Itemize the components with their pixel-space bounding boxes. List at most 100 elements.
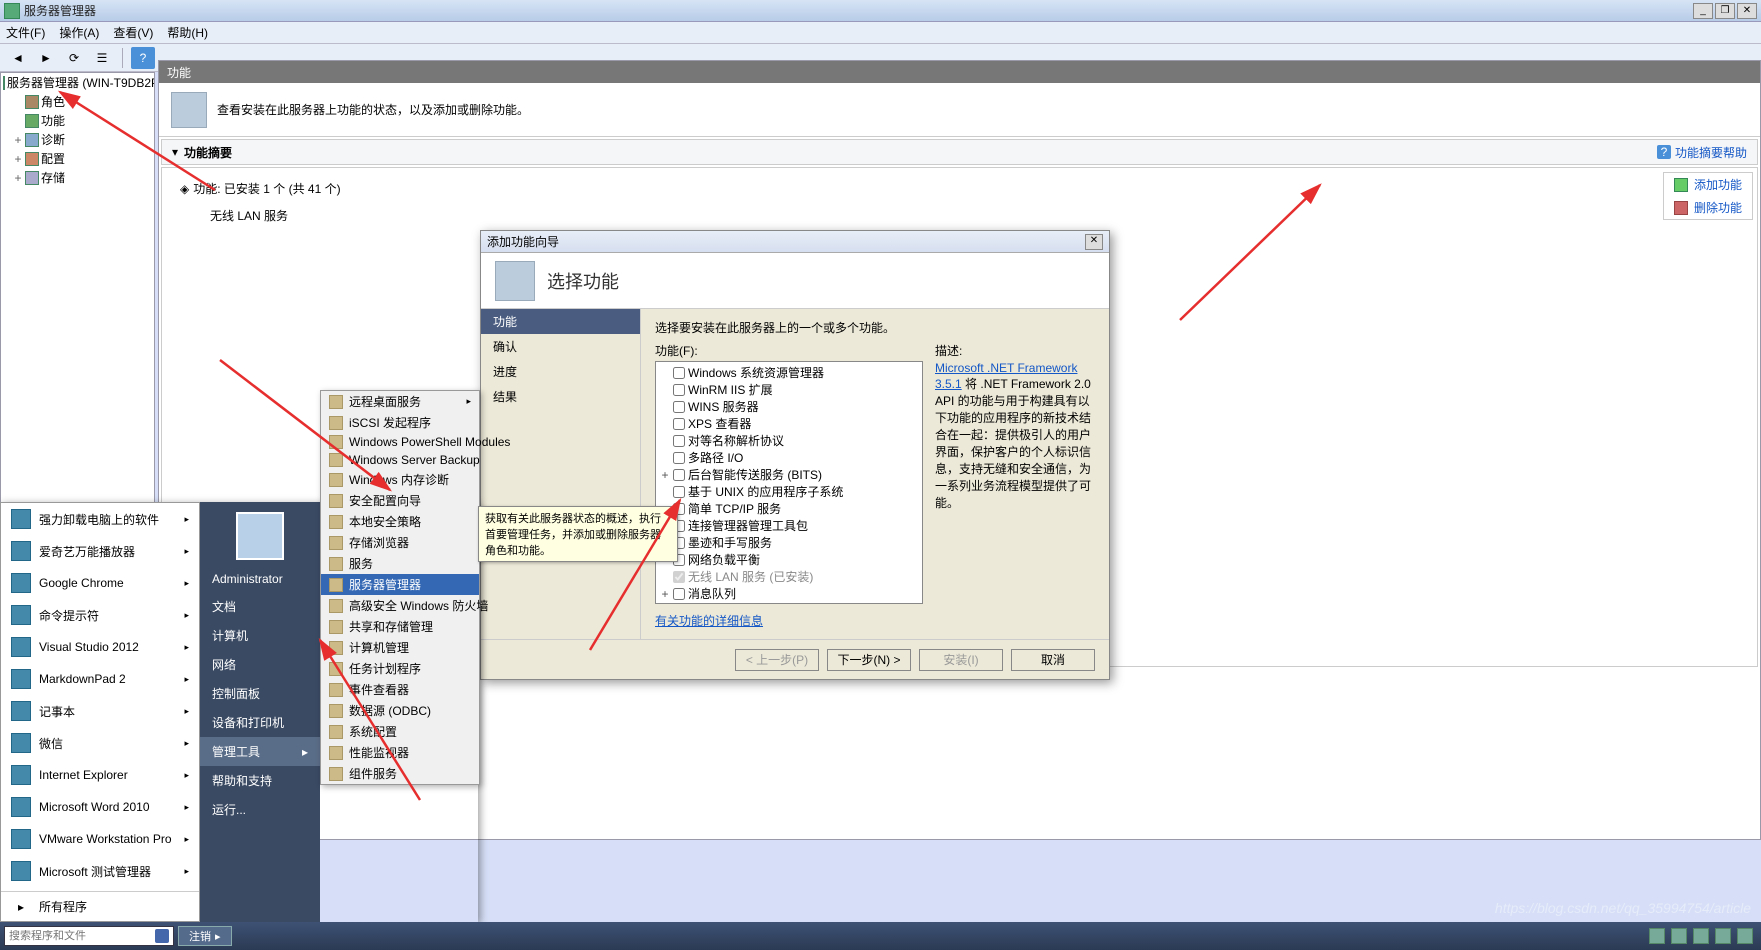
- start-devices[interactable]: 设备和打印机: [200, 708, 320, 737]
- start-pinned-item[interactable]: 命令提示符▸: [1, 599, 199, 631]
- feature-item[interactable]: 连接管理器管理工具包: [658, 517, 920, 534]
- start-run[interactable]: 运行...: [200, 795, 320, 824]
- feature-item[interactable]: 基于 UNIX 的应用程序子系统: [658, 483, 920, 500]
- tree-item-features[interactable]: 功能: [1, 111, 154, 130]
- feature-checkbox[interactable]: [673, 418, 685, 430]
- logoff-button[interactable]: 注销▸: [178, 926, 232, 946]
- next-button[interactable]: 下一步(N) >: [827, 649, 911, 671]
- feature-item[interactable]: 对等名称解析协议: [658, 432, 920, 449]
- admin-tool-item[interactable]: iSCSI 发起程序: [321, 412, 479, 433]
- admin-tool-item[interactable]: 组件服务: [321, 763, 479, 784]
- step-confirm[interactable]: 确认: [481, 334, 640, 359]
- feature-item[interactable]: +墨迹和手写服务: [658, 534, 920, 551]
- start-pinned-item[interactable]: Microsoft 测试管理器▸: [1, 855, 199, 887]
- admin-tool-item[interactable]: 服务: [321, 553, 479, 574]
- tray-icon[interactable]: [1737, 928, 1753, 944]
- feature-item[interactable]: +消息队列: [658, 585, 920, 602]
- start-help[interactable]: 帮助和支持: [200, 766, 320, 795]
- start-network[interactable]: 网络: [200, 650, 320, 679]
- tray-icon[interactable]: [1715, 928, 1731, 944]
- start-pinned-item[interactable]: MarkdownPad 2▸: [1, 663, 199, 695]
- admin-tool-item[interactable]: Windows Server Backup: [321, 451, 479, 469]
- feature-checkbox[interactable]: [673, 452, 685, 464]
- menu-action[interactable]: 操作(A): [59, 24, 99, 41]
- menu-file[interactable]: 文件(F): [6, 24, 45, 41]
- admin-tool-item[interactable]: 本地安全策略: [321, 511, 479, 532]
- summary-header[interactable]: ▾ 功能摘要 ? 功能摘要帮助: [161, 139, 1758, 165]
- maximize-button[interactable]: ❐: [1715, 3, 1735, 19]
- start-computer[interactable]: 计算机: [200, 621, 320, 650]
- admin-tool-item[interactable]: 存储浏览器: [321, 532, 479, 553]
- summary-help-link[interactable]: ? 功能摘要帮助: [1657, 144, 1747, 161]
- features-listbox[interactable]: Windows 系统资源管理器WinRM IIS 扩展WINS 服务器XPS 查…: [655, 361, 923, 604]
- admin-tool-item[interactable]: 安全配置向导: [321, 490, 479, 511]
- admin-tool-item[interactable]: 远程桌面服务▸: [321, 391, 479, 412]
- start-pinned-item[interactable]: 记事本▸: [1, 695, 199, 727]
- more-info-link[interactable]: 有关功能的详细信息: [655, 612, 923, 629]
- tree-item-storage[interactable]: +存储: [1, 168, 154, 187]
- minimize-button[interactable]: _: [1693, 3, 1713, 19]
- start-pinned-item[interactable]: 强力卸载电脑上的软件▸: [1, 503, 199, 535]
- feature-item[interactable]: 无线 LAN 服务 (已安装): [658, 568, 920, 585]
- admin-tool-item[interactable]: 计算机管理: [321, 637, 479, 658]
- install-button[interactable]: 安装(I): [919, 649, 1003, 671]
- refresh-button[interactable]: ⟳: [62, 47, 86, 69]
- prev-button[interactable]: < 上一步(P): [735, 649, 819, 671]
- feature-item[interactable]: 网络负载平衡: [658, 551, 920, 568]
- feature-checkbox[interactable]: [673, 367, 685, 379]
- start-pinned-item[interactable]: 微信▸: [1, 727, 199, 759]
- properties-button[interactable]: ☰: [90, 47, 114, 69]
- admin-tool-item[interactable]: 高级安全 Windows 防火墙: [321, 595, 479, 616]
- start-documents[interactable]: 文档: [200, 592, 320, 621]
- start-pinned-item[interactable]: 爱奇艺万能播放器▸: [1, 535, 199, 567]
- tray-icon[interactable]: [1693, 928, 1709, 944]
- start-admintools[interactable]: 管理工具▸: [200, 737, 320, 766]
- tray-icon[interactable]: [1649, 928, 1665, 944]
- feature-checkbox[interactable]: [673, 384, 685, 396]
- feature-item[interactable]: WinRM IIS 扩展: [658, 381, 920, 398]
- nav-forward-button[interactable]: ►: [34, 47, 58, 69]
- feature-item[interactable]: 简单 TCP/IP 服务: [658, 500, 920, 517]
- step-results[interactable]: 结果: [481, 384, 640, 409]
- start-pinned-item[interactable]: VMware Workstation Pro▸: [1, 823, 199, 855]
- start-pinned-item[interactable]: Microsoft Word 2010▸: [1, 791, 199, 823]
- start-pinned-item[interactable]: Visual Studio 2012▸: [1, 631, 199, 663]
- menu-view[interactable]: 查看(V): [113, 24, 153, 41]
- close-button[interactable]: ✕: [1737, 3, 1757, 19]
- start-controlpanel[interactable]: 控制面板: [200, 679, 320, 708]
- search-input[interactable]: [9, 930, 155, 942]
- admin-tool-item[interactable]: 服务器管理器: [321, 574, 479, 595]
- start-search[interactable]: [4, 926, 174, 946]
- tree-item-diagnostics[interactable]: +诊断: [1, 130, 154, 149]
- feature-checkbox[interactable]: [673, 588, 685, 600]
- start-pinned-item[interactable]: Google Chrome▸: [1, 567, 199, 599]
- feature-item[interactable]: +后台智能传送服务 (BITS): [658, 466, 920, 483]
- feature-checkbox[interactable]: [673, 435, 685, 447]
- tray-icon[interactable]: [1671, 928, 1687, 944]
- admin-tool-item[interactable]: 数据源 (ODBC): [321, 700, 479, 721]
- nav-back-button[interactable]: ◄: [6, 47, 30, 69]
- admin-tool-item[interactable]: 系统配置: [321, 721, 479, 742]
- admin-tool-item[interactable]: Windows PowerShell Modules: [321, 433, 479, 451]
- step-progress[interactable]: 进度: [481, 359, 640, 384]
- feature-checkbox[interactable]: [673, 571, 685, 583]
- feature-item[interactable]: 多路径 I/O: [658, 449, 920, 466]
- feature-item[interactable]: WINS 服务器: [658, 398, 920, 415]
- wizard-close-button[interactable]: ✕: [1085, 234, 1103, 250]
- feature-checkbox[interactable]: [673, 401, 685, 413]
- search-icon[interactable]: [155, 929, 169, 943]
- step-features[interactable]: 功能: [481, 309, 640, 334]
- feature-item[interactable]: Windows 系统资源管理器: [658, 364, 920, 381]
- admin-tool-item[interactable]: 性能监视器: [321, 742, 479, 763]
- remove-feature-link[interactable]: 删除功能: [1664, 196, 1752, 219]
- help-button[interactable]: ?: [131, 47, 155, 69]
- start-pinned-item[interactable]: Internet Explorer▸: [1, 759, 199, 791]
- feature-item[interactable]: XPS 查看器: [658, 415, 920, 432]
- admin-tool-item[interactable]: 事件查看器: [321, 679, 479, 700]
- feature-checkbox[interactable]: [673, 469, 685, 481]
- add-feature-link[interactable]: 添加功能: [1664, 173, 1752, 196]
- cancel-button[interactable]: 取消: [1011, 649, 1095, 671]
- feature-checkbox[interactable]: [673, 486, 685, 498]
- admin-tool-item[interactable]: Windows 内存诊断: [321, 469, 479, 490]
- admin-tool-item[interactable]: 共享和存储管理: [321, 616, 479, 637]
